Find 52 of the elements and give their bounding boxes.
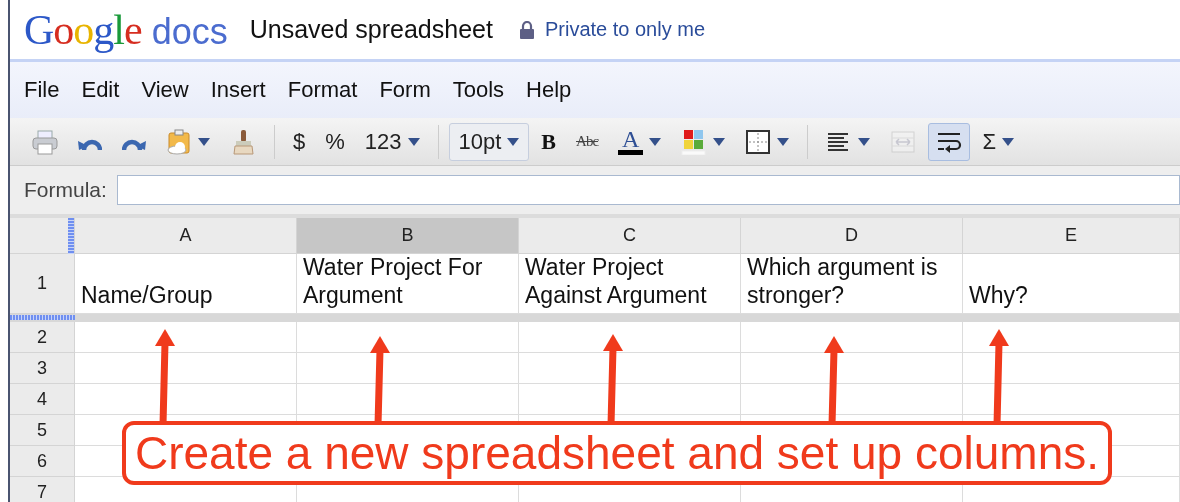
menu-item[interactable]: File	[14, 77, 72, 103]
clipboard-icon	[166, 128, 192, 155]
format-button[interactable]: 123	[356, 122, 428, 161]
font-size-dropdown[interactable]: 10pt	[448, 122, 530, 161]
color-grid-icon	[681, 128, 708, 155]
column-header[interactable]: B	[297, 218, 519, 254]
lock-icon	[518, 20, 535, 39]
callout: Create a new spreadsheet and set up columns.	[122, 421, 1112, 485]
menu-item[interactable]: Format	[277, 77, 370, 103]
column-header[interactable]: E	[963, 218, 1180, 254]
caret-icon	[407, 137, 420, 146]
strikethrough-button[interactable]: Abc	[568, 122, 607, 161]
caret-icon	[649, 137, 662, 146]
row-header[interactable]: 1	[10, 254, 75, 314]
caret-icon	[1002, 137, 1014, 146]
caret-icon	[507, 137, 520, 146]
text-color-button[interactable]: A	[610, 122, 670, 161]
row-header[interactable]: 3	[10, 353, 75, 384]
caret-icon	[198, 137, 210, 146]
caret-icon	[713, 137, 726, 146]
formula-label: Formula:	[24, 178, 107, 202]
merge-cells-icon	[890, 128, 917, 155]
column-header[interactable]: A	[75, 218, 297, 254]
menu-item[interactable]: Form	[369, 77, 443, 103]
column-header[interactable]: D	[741, 218, 963, 254]
column-header[interactable]: C	[519, 218, 741, 254]
borders-icon	[745, 128, 772, 155]
formula-field[interactable]	[116, 175, 1180, 205]
caret-icon	[858, 137, 871, 146]
caret-icon	[777, 137, 790, 146]
menu-item[interactable]: Insert	[200, 77, 278, 103]
format-button[interactable]: $	[285, 122, 314, 161]
menu-item[interactable]: View	[131, 77, 201, 103]
freeze-handle[interactable]	[68, 218, 74, 254]
row-header[interactable]: 2	[10, 322, 75, 353]
paint-brush-icon	[230, 128, 256, 155]
menu-item[interactable]: Edit	[71, 77, 132, 103]
row-header[interactable]: 5	[10, 415, 75, 446]
row-header[interactable]: 4	[10, 384, 75, 415]
menu-item[interactable]: Tools	[442, 77, 517, 103]
bold-button[interactable]: B	[533, 122, 565, 161]
wrap-text-button[interactable]	[928, 122, 971, 161]
format-button[interactable]: Σ	[974, 122, 1022, 161]
document-title[interactable]: Unsaved spreadsheet	[249, 15, 493, 44]
menu-item[interactable]: Help	[516, 77, 584, 103]
logo: Google docs	[24, 5, 228, 54]
sharing-status-link[interactable]: Private to only me	[544, 18, 705, 41]
row-header[interactable]: 6	[10, 446, 75, 477]
row-header[interactable]: 7	[10, 477, 75, 502]
freeze-handle[interactable]	[10, 315, 75, 320]
printer-icon	[32, 128, 58, 155]
format-button[interactable]: %	[317, 122, 353, 161]
